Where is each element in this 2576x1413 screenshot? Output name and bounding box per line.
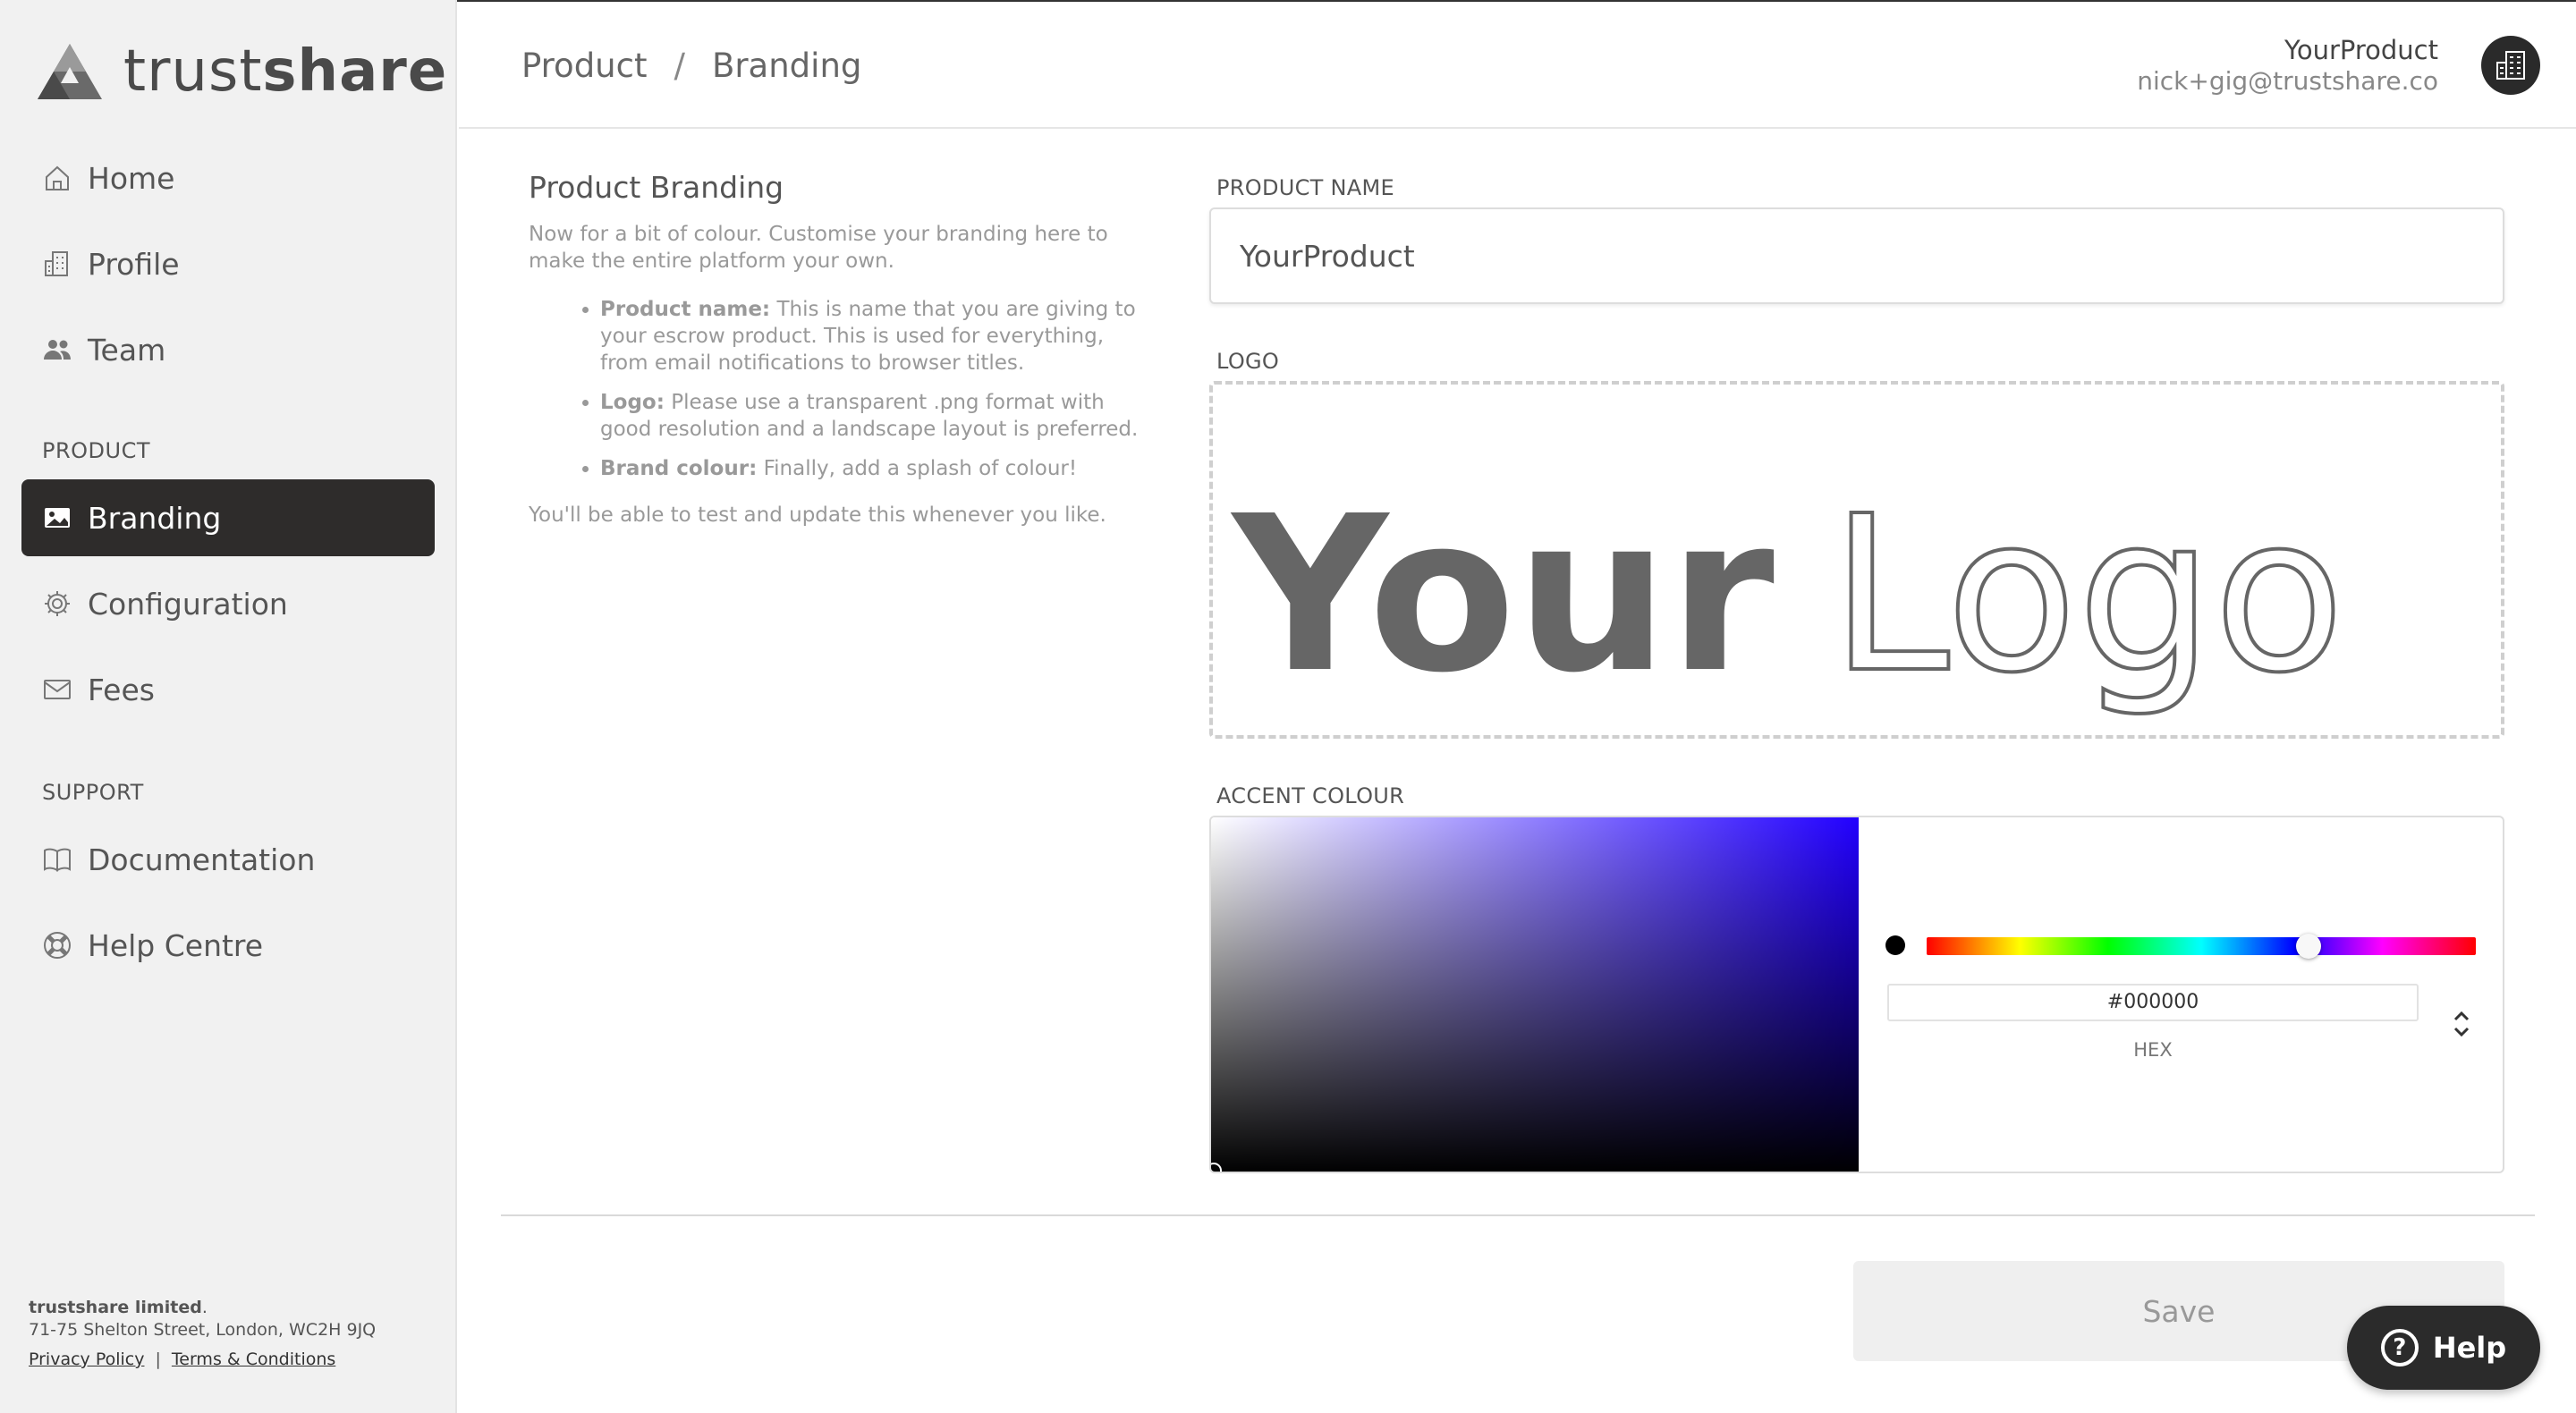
sidebar-item-team[interactable]: Team	[21, 311, 435, 388]
footer-separator: |	[155, 1350, 161, 1369]
list-item: Logo: Please use a transparent .png form…	[600, 389, 1155, 443]
sidebar-item-documentation[interactable]: Documentation	[21, 821, 435, 898]
help-list: Product name: This is name that you are …	[600, 296, 1155, 482]
privacy-policy-link[interactable]: Privacy Policy	[29, 1350, 144, 1369]
sidebar-item-fees[interactable]: Fees	[21, 651, 435, 728]
list-item: Brand colour: Finally, add a splash of c…	[600, 455, 1155, 482]
logo-preview-outline-text: Logo	[1830, 470, 2345, 720]
format-toggle[interactable]	[2449, 1005, 2474, 1043]
colour-preview-swatch	[1885, 935, 1905, 955]
brand-name: trustshare	[123, 38, 448, 105]
company-address: 71-75 Shelton Street, London, WC2H 9JQ	[29, 1320, 377, 1340]
trustshare-logo-icon	[38, 44, 102, 99]
book-icon	[41, 843, 73, 876]
saturation-area[interactable]	[1211, 817, 1859, 1172]
brand-logo[interactable]: trustshare	[36, 36, 447, 107]
help-button[interactable]: ? Help	[2347, 1306, 2540, 1390]
outro-text: You'll be able to test and update this w…	[529, 503, 1106, 527]
breadcrumb-product[interactable]: Product	[521, 47, 647, 85]
product-name-label: PRODUCT NAME	[1216, 175, 1394, 200]
sidebar-item-label: Branding	[88, 500, 222, 536]
chevron-up-down-icon	[2453, 1011, 2470, 1037]
sidebar-item-label: Profile	[88, 246, 180, 282]
breadcrumb-separator: /	[674, 47, 685, 85]
home-icon	[41, 162, 73, 194]
sidebar-item-home[interactable]: Home	[21, 140, 435, 216]
sidebar-item-label: Help Centre	[88, 927, 264, 963]
form-divider	[501, 1214, 2535, 1216]
intro-text: Now for a bit of colour. Customise your …	[529, 223, 1108, 273]
sidebar-item-profile[interactable]: Profile	[21, 225, 435, 302]
user-product-name: YourProduct	[2284, 35, 2438, 65]
top-header: Product / Branding YourProduct nick+gig@…	[459, 2, 2576, 129]
sidebar-item-label: Team	[88, 332, 166, 368]
section-label-support: SUPPORT	[42, 780, 144, 805]
sidebar: trustshare Home Profile Team PRODUCT Bra…	[0, 0, 457, 1413]
lifebuoy-icon	[41, 929, 73, 961]
hex-input[interactable]: #000000	[1887, 984, 2419, 1021]
product-name-field[interactable]	[1209, 207, 2504, 304]
section-label-product: PRODUCT	[42, 438, 151, 463]
logo-label: LOGO	[1216, 349, 1280, 374]
sidebar-item-label: Configuration	[88, 586, 288, 622]
logo-dropzone[interactable]: Your Logo	[1209, 381, 2504, 739]
building-icon	[2496, 51, 2525, 80]
hue-slider[interactable]	[1927, 937, 2476, 955]
breadcrumb: Product / Branding	[521, 47, 861, 85]
sidebar-item-configuration[interactable]: Configuration	[21, 565, 435, 642]
list-item: Product name: This is name that you are …	[600, 296, 1155, 377]
product-name-input[interactable]	[1211, 209, 2503, 302]
envelope-icon	[41, 673, 73, 706]
user-email: nick+gig@trustshare.co	[2137, 66, 2438, 96]
accent-colour-label: ACCENT COLOUR	[1216, 783, 1405, 808]
saturation-handle[interactable]	[1211, 1163, 1222, 1172]
help-label: Help	[2432, 1331, 2507, 1365]
section-title: Product Branding	[529, 170, 784, 205]
hex-label: HEX	[2133, 1039, 2173, 1061]
sidebar-footer: trustshare limited. 71-75 Shelton Street…	[29, 1297, 376, 1371]
gear-icon	[41, 588, 73, 620]
sidebar-item-branding[interactable]: Branding	[21, 479, 435, 556]
sidebar-item-label: Home	[88, 160, 175, 196]
logo-preview: Your Logo	[1230, 468, 2347, 722]
hue-slider-handle[interactable]	[2295, 934, 2321, 959]
building-icon	[41, 248, 73, 280]
company-suffix: .	[201, 1298, 208, 1317]
company-name: trustshare limited	[29, 1298, 202, 1317]
terms-link[interactable]: Terms & Conditions	[172, 1350, 335, 1369]
user-info[interactable]: YourProduct nick+gig@trustshare.co	[2137, 34, 2438, 97]
logo-preview-bold-text: Your	[1230, 470, 1775, 720]
avatar[interactable]	[2481, 36, 2540, 95]
sidebar-item-label: Fees	[88, 672, 155, 707]
breadcrumb-branding: Branding	[711, 47, 862, 85]
image-icon	[41, 502, 73, 534]
users-icon	[41, 334, 73, 366]
question-icon: ?	[2380, 1329, 2419, 1366]
sidebar-item-label: Documentation	[88, 842, 316, 877]
sidebar-item-help-centre[interactable]: Help Centre	[21, 907, 435, 984]
colour-picker: #000000 HEX	[1209, 816, 2504, 1173]
branding-description: Product Branding Now for a bit of colour…	[529, 170, 1155, 529]
